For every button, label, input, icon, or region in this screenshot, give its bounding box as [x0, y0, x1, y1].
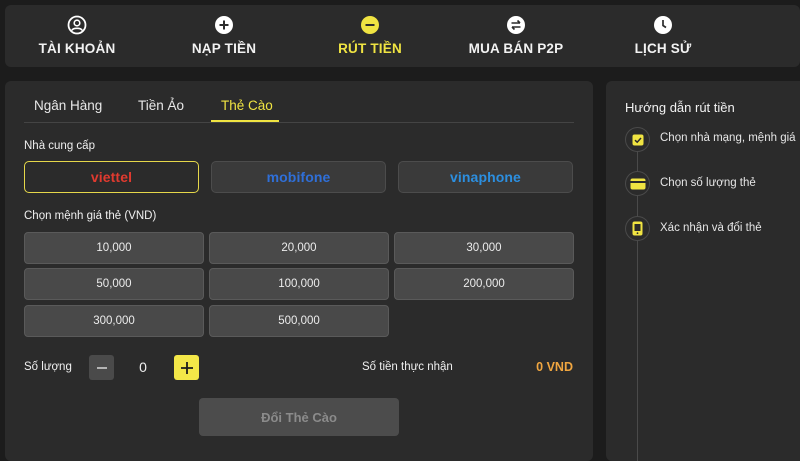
receive-label: Số tiền thực nhận: [362, 361, 453, 373]
quantity-increment-button[interactable]: [174, 355, 199, 380]
tab-bank[interactable]: Ngân Hàng: [34, 98, 102, 113]
denomination-option[interactable]: 10,000: [24, 232, 204, 264]
card-icon: [630, 178, 645, 189]
quantity-decrement-button[interactable]: [89, 355, 114, 380]
nav-item-account[interactable]: TÀI KHOẢN: [2, 5, 152, 67]
viettel-logo: viettel: [90, 169, 133, 185]
receive-amount: 0 VND: [536, 360, 573, 374]
nav-item-deposit[interactable]: NẠP TIỀN: [149, 5, 299, 67]
check-card-icon: [632, 134, 643, 145]
denomination-option[interactable]: 50,000: [24, 268, 204, 300]
denomination-option[interactable]: 200,000: [394, 268, 574, 300]
active-tab-indicator: [211, 120, 279, 122]
minus-icon: [96, 366, 107, 369]
provider-vinaphone[interactable]: vinaphone: [398, 161, 573, 193]
top-nav: TÀI KHOẢN NẠP TIỀN RÚT TIỀN MUA BÁN P2P …: [5, 5, 800, 67]
nav-label: MUA BÁN P2P: [468, 41, 564, 56]
mobifone-logo: mobifone: [266, 169, 331, 185]
denomination-option[interactable]: 300,000: [24, 305, 204, 337]
minus-circle-icon: [361, 16, 379, 34]
exchange-icon: [507, 16, 525, 34]
guide-panel: Hướng dẫn rút tiền Chọn nhà mạng, mệnh g…: [606, 81, 800, 461]
nav-label: LỊCH SỬ: [634, 41, 692, 56]
clock-icon: [654, 16, 672, 34]
nav-item-history[interactable]: LỊCH SỬ: [588, 5, 738, 67]
quantity-value: 0: [139, 359, 147, 375]
denomination-label: Chọn mệnh giá thẻ (VND): [24, 210, 157, 222]
step-icon-2: [625, 171, 650, 196]
guide-step-1: Chọn nhà mạng, mệnh giá: [660, 132, 796, 144]
tab-card[interactable]: Thẻ Cào: [221, 98, 273, 113]
step-icon-3: [625, 216, 650, 241]
account-icon: [67, 15, 87, 35]
provider-viettel[interactable]: viettel: [24, 161, 199, 193]
plus-icon: [180, 361, 193, 374]
nav-item-withdraw[interactable]: RÚT TIỀN: [295, 5, 445, 67]
provider-label: Nhà cung cấp: [24, 140, 95, 152]
guide-step-3: Xác nhận và đổi thẻ: [660, 222, 762, 234]
denomination-option[interactable]: 500,000: [209, 305, 389, 337]
tab-bar: Ngân Hàng Tiền Ảo Thẻ Cào: [24, 81, 574, 123]
tab-crypto[interactable]: Tiền Ảo: [138, 98, 184, 113]
exchange-card-button[interactable]: Đổi Thẻ Cào: [199, 398, 399, 436]
plus-circle-icon: [215, 16, 233, 34]
phone-icon: [632, 221, 643, 236]
vinaphone-logo: vinaphone: [450, 169, 521, 185]
denomination-option[interactable]: 20,000: [209, 232, 389, 264]
withdraw-panel: Ngân Hàng Tiền Ảo Thẻ Cào Nhà cung cấp v…: [5, 81, 593, 461]
denomination-option[interactable]: 100,000: [209, 268, 389, 300]
guide-step-2: Chọn số lượng thẻ: [660, 177, 756, 189]
quantity-label: Số lượng: [24, 361, 72, 373]
nav-label: TÀI KHOẢN: [38, 41, 116, 56]
guide-title: Hướng dẫn rút tiền: [625, 100, 735, 115]
step-icon-1: [625, 127, 650, 152]
nav-label: NẠP TIỀN: [191, 41, 257, 56]
nav-label: RÚT TIỀN: [338, 41, 402, 56]
provider-mobifone[interactable]: mobifone: [211, 161, 386, 193]
denomination-option[interactable]: 30,000: [394, 232, 574, 264]
nav-item-p2p[interactable]: MUA BÁN P2P: [441, 5, 591, 67]
